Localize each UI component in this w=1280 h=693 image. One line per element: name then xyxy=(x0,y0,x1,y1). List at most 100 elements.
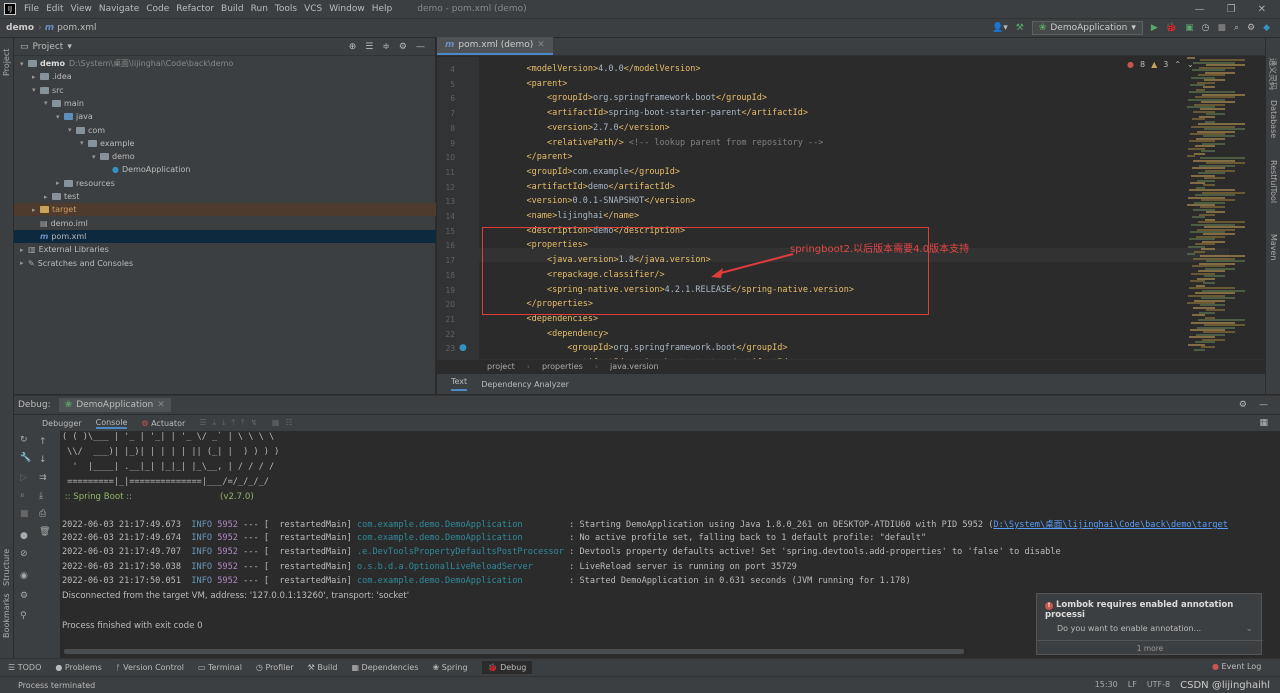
tab-debugger[interactable]: Debugger xyxy=(42,419,82,428)
tool-window-dependencies[interactable]: ▦ Dependencies xyxy=(351,663,418,672)
menu-navigate[interactable]: Navigate xyxy=(99,4,139,14)
menu-build[interactable]: Build xyxy=(221,4,244,14)
run-gutter-icon[interactable]: ● xyxy=(459,343,467,353)
tab-dependency-analyzer[interactable]: Dependency Analyzer xyxy=(481,380,569,389)
tree-expand-icon[interactable]: ▾ xyxy=(20,60,28,68)
tree-expand-icon[interactable]: ▸ xyxy=(32,206,40,214)
project-tool-tab[interactable]: Project xyxy=(2,49,11,76)
tool-window-terminal[interactable]: ▭ Terminal xyxy=(198,663,242,672)
console-settings-icon[interactable]: ▦ xyxy=(1259,418,1268,428)
project-panel-title[interactable]: Project xyxy=(33,42,64,52)
notification-more[interactable]: 1 more xyxy=(1037,640,1263,653)
lombok-notification[interactable]: ! Lombok requires enabled annotation pro… xyxy=(1036,593,1263,655)
tree-item[interactable]: m pom.xml xyxy=(14,229,436,243)
tool-window-todo[interactable]: ☰ TODO xyxy=(8,663,41,672)
tool-window-version-control[interactable]: ᚠ Version Control xyxy=(116,663,184,672)
tree-item[interactable]: ▾ main xyxy=(14,97,436,110)
tree-expand-icon[interactable]: ▸ xyxy=(20,259,28,267)
tree-expand-icon[interactable]: ▾ xyxy=(44,99,52,107)
menu-tools[interactable]: Tools xyxy=(275,4,297,14)
menu-window[interactable]: Window xyxy=(329,4,365,14)
error-stripe[interactable] xyxy=(1185,57,1265,357)
log-link[interactable]: D:\System\桌面\lijinghai\Code\back\demo\ta… xyxy=(993,520,1228,530)
maven-tool-tab[interactable]: Maven xyxy=(1269,234,1278,261)
locate-icon[interactable]: ⊕ xyxy=(349,42,357,52)
tool-window-problems[interactable]: ● Problems xyxy=(55,663,101,672)
breadcrumb-file[interactable]: pom.xml xyxy=(57,23,96,33)
pause-icon[interactable]: ⏸ xyxy=(20,491,25,501)
tree-item[interactable]: ● DemoApplication xyxy=(14,163,436,176)
menu-refactor[interactable]: Refactor xyxy=(176,4,214,14)
tree-expand-icon[interactable]: ▸ xyxy=(20,246,28,254)
tree-expand-icon[interactable]: ▾ xyxy=(32,86,40,94)
restfultool-tool-tab[interactable]: RestfulTool xyxy=(1269,160,1278,203)
gear-icon[interactable]: ⚙ xyxy=(399,42,407,52)
tool-window-spring[interactable]: ❀ Spring xyxy=(432,663,467,672)
close-icon[interactable]: ✕ xyxy=(1258,4,1266,15)
debug-icon[interactable]: 🐞 xyxy=(1166,23,1177,33)
tree-item[interactable]: ▾ com xyxy=(14,124,436,137)
menu-help[interactable]: Help xyxy=(372,4,393,14)
settings-icon[interactable]: ⚙ xyxy=(20,591,28,601)
run-config-select[interactable]: ❀ DemoApplication ▾ xyxy=(1031,21,1143,35)
close-icon[interactable]: ✕ xyxy=(157,400,165,410)
tool-window-debug[interactable]: 🐞 Debug xyxy=(481,661,533,674)
collapse-all-icon[interactable]: ≑ xyxy=(382,42,390,52)
hide-icon[interactable]: — xyxy=(416,42,425,52)
tree-expand-icon[interactable]: ▾ xyxy=(92,153,100,161)
tree-expand-icon[interactable]: ▸ xyxy=(56,179,64,187)
chevron-down-icon[interactable]: ▾ xyxy=(67,42,72,52)
chevron-down-icon[interactable]: ⌄ xyxy=(1245,624,1253,634)
close-tab-icon[interactable]: ✕ xyxy=(537,40,545,50)
tool-window-build[interactable]: ⚒ Build xyxy=(308,663,338,672)
gear-icon[interactable]: ⚙ xyxy=(1239,400,1247,410)
editor-tab-pom[interactable]: m pom.xml (demo) ✕ xyxy=(437,37,553,55)
settings-icon[interactable]: ⚙ xyxy=(1247,23,1255,33)
bookmarks-tool-tab[interactable]: Bookmarks xyxy=(2,593,11,638)
stop-icon[interactable]: ■ xyxy=(20,509,29,519)
search-icon[interactable]: ⌕ xyxy=(1234,23,1239,33)
modify-config-icon[interactable]: 🔧 xyxy=(20,453,31,463)
menu-edit[interactable]: Edit xyxy=(46,4,63,14)
xml-breadcrumb-item[interactable]: properties xyxy=(542,362,583,371)
tree-expand-icon[interactable]: ▸ xyxy=(32,73,40,81)
print-icon[interactable]: ⎙ xyxy=(39,509,46,519)
tab-console[interactable]: Console xyxy=(95,418,128,429)
user-icon[interactable]: 👤▾ xyxy=(992,23,1008,33)
tree-item[interactable]: ▾ example xyxy=(14,137,436,150)
inspection-markers[interactable]: ● 8 ▲ 3 ⌃ ⌄ xyxy=(1127,60,1194,69)
menu-vcs[interactable]: VCS xyxy=(304,4,322,14)
notification-body[interactable]: Do you want to enable annotation... xyxy=(1057,624,1201,633)
build-hammer-icon[interactable]: ⚒ xyxy=(1016,23,1024,33)
expand-all-icon[interactable]: ☰ xyxy=(365,42,373,52)
arrow-up-icon[interactable]: ↑ xyxy=(39,437,47,447)
tree-item[interactable]: ▤ demo.iml xyxy=(14,217,436,230)
file-encoding[interactable]: UTF-8 xyxy=(1147,680,1170,691)
coverage-icon[interactable]: ▣ xyxy=(1185,23,1194,33)
menu-view[interactable]: View xyxy=(71,4,92,14)
line-separator[interactable]: LF xyxy=(1128,680,1137,691)
tree-item[interactable]: ▾ demo xyxy=(14,150,436,163)
database-tool-tab[interactable]: Database xyxy=(1269,100,1278,138)
debug-session-tab[interactable]: ❀ DemoApplication ✕ xyxy=(58,398,171,412)
tree-expand-icon[interactable]: ▸ xyxy=(44,193,52,201)
tongyi-tool-tab[interactable]: 通义灵码 xyxy=(1267,58,1278,90)
tool-window-profiler[interactable]: ◷ Profiler xyxy=(256,663,294,672)
tree-item[interactable]: ▸ ▥ External Libraries xyxy=(14,243,436,256)
horizontal-scrollbar[interactable] xyxy=(64,649,964,654)
arrow-down-icon[interactable]: ↓ xyxy=(39,455,47,465)
xml-breadcrumb-item[interactable]: java.version xyxy=(610,362,659,371)
minimize-icon[interactable]: — xyxy=(1195,4,1205,15)
profiler-icon[interactable]: ◷ xyxy=(1202,23,1210,33)
hide-icon[interactable]: — xyxy=(1259,400,1268,410)
xml-breadcrumb-item[interactable]: project xyxy=(487,362,515,371)
pin-icon[interactable]: ⚲ xyxy=(20,611,27,621)
scroll-to-end-icon[interactable]: ⤓ xyxy=(39,491,43,501)
structure-tool-tab[interactable]: Structure xyxy=(2,549,11,586)
rerun-icon[interactable]: ↻ xyxy=(20,435,28,445)
plugin-icon[interactable]: ◆ xyxy=(1263,23,1270,33)
clear-icon[interactable]: 🗑 xyxy=(39,527,50,537)
run-icon[interactable]: ▶ xyxy=(1151,23,1158,33)
stop-icon[interactable]: ■ xyxy=(1217,23,1226,33)
soft-wrap-icon[interactable]: ⇉ xyxy=(39,473,47,483)
